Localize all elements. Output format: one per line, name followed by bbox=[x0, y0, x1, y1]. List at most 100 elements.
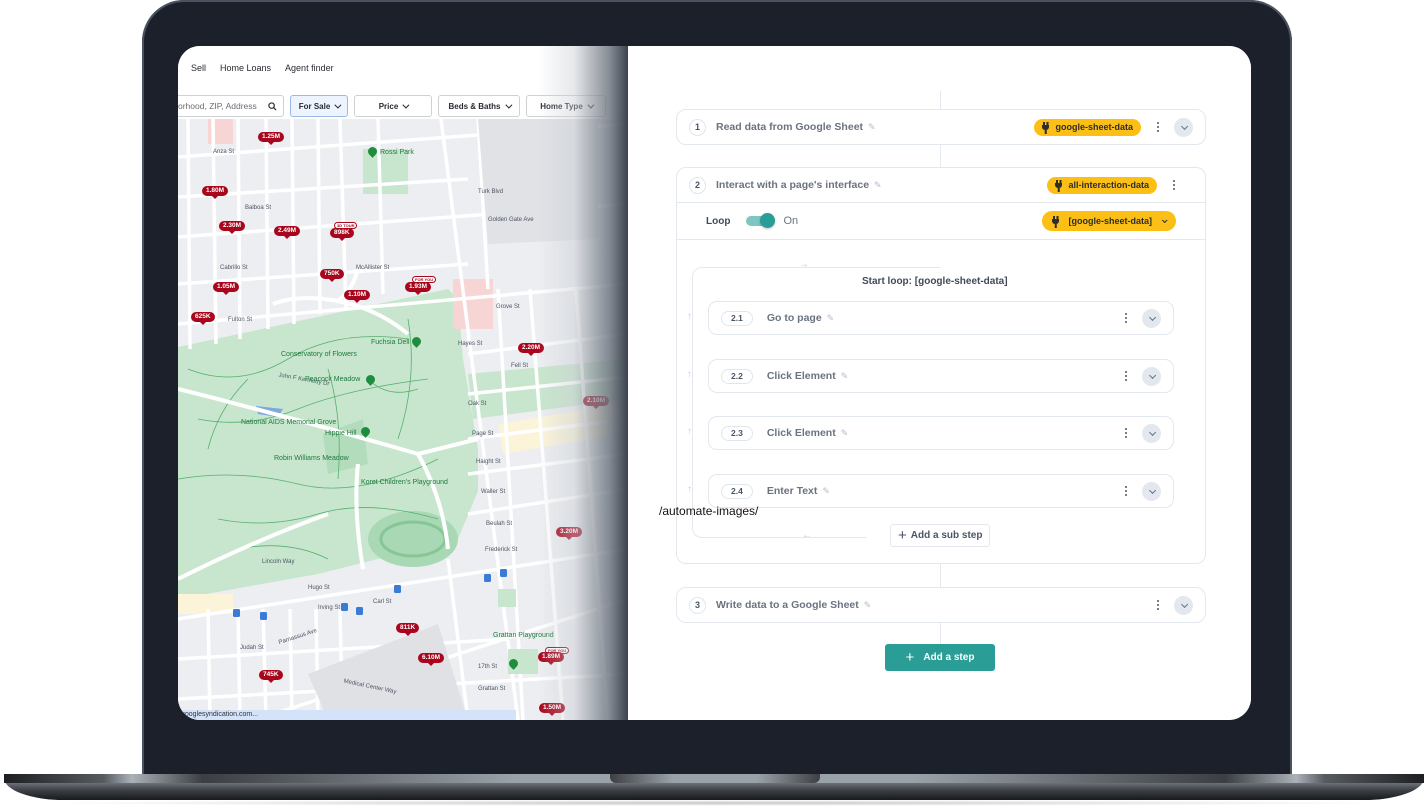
substep-number: 2.2 bbox=[721, 369, 753, 384]
substep-title: Click Element bbox=[767, 427, 836, 439]
substep-number: 2.3 bbox=[721, 426, 753, 441]
output-badge[interactable]: google-sheet-data bbox=[1034, 119, 1141, 136]
edit-pencil-icon[interactable]: ✎ bbox=[822, 486, 830, 497]
edit-pencil-icon[interactable]: ✎ bbox=[874, 180, 882, 191]
price-pin[interactable]: 6.10M bbox=[418, 653, 444, 663]
price-pin[interactable]: 2.10M bbox=[583, 396, 609, 406]
substep-card[interactable]: 2.1 Go to page ✎ bbox=[708, 301, 1174, 335]
filter-label: Beds & Baths bbox=[448, 102, 500, 111]
filter-bar: orhood, ZIP, Address For Sale Price Beds… bbox=[178, 94, 606, 118]
nav-home-loans[interactable]: Home Loans bbox=[220, 63, 271, 73]
price-pin[interactable]: 1.25M bbox=[258, 132, 284, 142]
edit-pencil-icon[interactable]: ✎ bbox=[864, 600, 872, 611]
price-pin[interactable]: 1.89M bbox=[538, 652, 564, 662]
expand-chevron-icon[interactable] bbox=[1142, 309, 1161, 328]
price-pin[interactable]: 1.93M bbox=[405, 282, 431, 292]
plug-icon bbox=[1041, 122, 1050, 132]
location-search-input[interactable]: orhood, ZIP, Address bbox=[178, 95, 284, 117]
badge-label: all-interaction-data bbox=[1068, 180, 1149, 190]
more-options-icon[interactable] bbox=[1119, 369, 1133, 383]
price-pin[interactable]: 2.30M bbox=[219, 221, 245, 231]
expand-chevron-icon[interactable] bbox=[1142, 424, 1161, 443]
laptop-screen: Sell Home Loans Agent finder orhood, ZIP… bbox=[178, 46, 1251, 720]
price-pin[interactable]: 1.05M bbox=[213, 282, 239, 292]
chevron-down-icon bbox=[335, 101, 342, 108]
loop-frame-top bbox=[866, 267, 940, 268]
substep-title: Enter Text bbox=[767, 485, 818, 497]
expand-chevron-icon[interactable] bbox=[1142, 367, 1161, 386]
expand-chevron-icon[interactable] bbox=[1174, 118, 1193, 137]
filter-label: Home Type bbox=[540, 102, 583, 111]
place-label: Conservatory of Flowers bbox=[281, 351, 357, 358]
more-options-icon[interactable] bbox=[1167, 178, 1181, 192]
add-substep-button[interactable]: + Add a sub step bbox=[890, 524, 990, 547]
expand-chevron-icon[interactable] bbox=[1142, 482, 1161, 501]
plus-icon: + bbox=[906, 650, 915, 665]
edit-pencil-icon[interactable]: ✎ bbox=[827, 313, 835, 324]
step-title: Interact with a page's interface bbox=[716, 179, 869, 191]
more-options-icon[interactable] bbox=[1151, 598, 1165, 612]
price-pin[interactable]: 1.80M bbox=[202, 186, 228, 196]
map-view[interactable]: Anza St Balboa St Turk Blvd Cabrillo St … bbox=[178, 119, 628, 720]
chevron-down-icon bbox=[1162, 217, 1168, 223]
place-label: Peacock Meadow bbox=[305, 376, 360, 383]
street-label: 17th St bbox=[478, 664, 497, 670]
top-nav: Sell Home Loans Agent finder bbox=[178, 46, 628, 90]
filter-label: Price bbox=[379, 102, 399, 111]
overlay-path-text: /automate-images/ bbox=[659, 504, 758, 518]
place-label: Grattan Playground bbox=[493, 632, 533, 639]
edit-pencil-icon[interactable]: ✎ bbox=[841, 428, 849, 439]
loop-start-title: Start loop: [google-sheet-data] bbox=[862, 276, 1008, 287]
arrow-left-icon: ← bbox=[802, 530, 812, 541]
loop-settings-bar: Loop On [google-sheet-data] bbox=[677, 202, 1205, 240]
add-substep-label: Add a sub step bbox=[911, 530, 983, 541]
filter-beds-baths[interactable]: Beds & Baths bbox=[438, 95, 520, 117]
step-card-3[interactable]: 3 Write data to a Google Sheet ✎ bbox=[676, 587, 1206, 623]
filter-home-type[interactable]: Home Type bbox=[526, 95, 606, 117]
street-label: Hayes St bbox=[458, 341, 482, 347]
nav-sell[interactable]: Sell bbox=[191, 63, 206, 73]
price-pin[interactable]: 1.50M bbox=[539, 703, 565, 713]
price-pin[interactable]: 3.20M bbox=[556, 527, 582, 537]
arrow-up-icon: ↑ bbox=[687, 484, 692, 495]
search-icon[interactable] bbox=[268, 102, 277, 111]
loop-toggle[interactable] bbox=[746, 216, 774, 226]
price-pin[interactable]: 2.49M bbox=[274, 226, 300, 236]
loop-source-dropdown[interactable]: [google-sheet-data] bbox=[1042, 211, 1176, 231]
filter-price[interactable]: Price bbox=[354, 95, 432, 117]
more-options-icon[interactable] bbox=[1119, 484, 1133, 498]
workflow-builder: 1 Read data from Google Sheet ✎ google-s… bbox=[628, 46, 1251, 720]
loop-label: Loop bbox=[706, 216, 730, 227]
price-pin[interactable]: 625K bbox=[191, 312, 215, 322]
price-pin[interactable]: 1.10M bbox=[344, 290, 370, 300]
substep-card[interactable]: 2.3 Click Element ✎ bbox=[708, 416, 1174, 450]
more-options-icon[interactable] bbox=[1119, 311, 1133, 325]
edit-pencil-icon[interactable]: ✎ bbox=[868, 122, 876, 133]
substep-card[interactable]: 2.4 Enter Text ✎ bbox=[708, 474, 1174, 508]
step-number: 3 bbox=[689, 597, 706, 614]
chevron-down-icon bbox=[587, 101, 594, 108]
plug-icon bbox=[1054, 180, 1063, 190]
place-label: Koret Children's Playground bbox=[361, 479, 405, 486]
street-label: Haight St bbox=[476, 459, 501, 465]
price-pin[interactable]: 750K bbox=[320, 269, 344, 279]
nav-agent-finder[interactable]: Agent finder bbox=[285, 63, 334, 73]
street-label: Lincoln Way bbox=[262, 559, 294, 565]
step-title: Read data from Google Sheet bbox=[716, 121, 863, 133]
expand-chevron-icon[interactable] bbox=[1174, 596, 1193, 615]
arrow-up-icon: ↑ bbox=[687, 311, 692, 322]
real-estate-site: Sell Home Loans Agent finder orhood, ZIP… bbox=[178, 46, 628, 720]
price-pin[interactable]: 898K bbox=[330, 228, 354, 238]
price-pin[interactable]: 745K bbox=[259, 670, 283, 680]
price-pin[interactable]: 811K bbox=[396, 623, 419, 633]
price-pin[interactable]: 2.20M bbox=[518, 343, 544, 353]
edit-pencil-icon[interactable]: ✎ bbox=[841, 371, 849, 382]
output-badge[interactable]: all-interaction-data bbox=[1047, 177, 1157, 194]
more-options-icon[interactable] bbox=[1119, 426, 1133, 440]
step-card-1[interactable]: 1 Read data from Google Sheet ✎ google-s… bbox=[676, 109, 1206, 145]
filter-for-sale[interactable]: For Sale bbox=[290, 95, 348, 117]
more-options-icon[interactable] bbox=[1151, 120, 1165, 134]
step-title: Write data to a Google Sheet bbox=[716, 599, 859, 611]
add-step-button[interactable]: + Add a step bbox=[885, 644, 995, 671]
substep-card[interactable]: 2.2 Click Element ✎ bbox=[708, 359, 1174, 393]
